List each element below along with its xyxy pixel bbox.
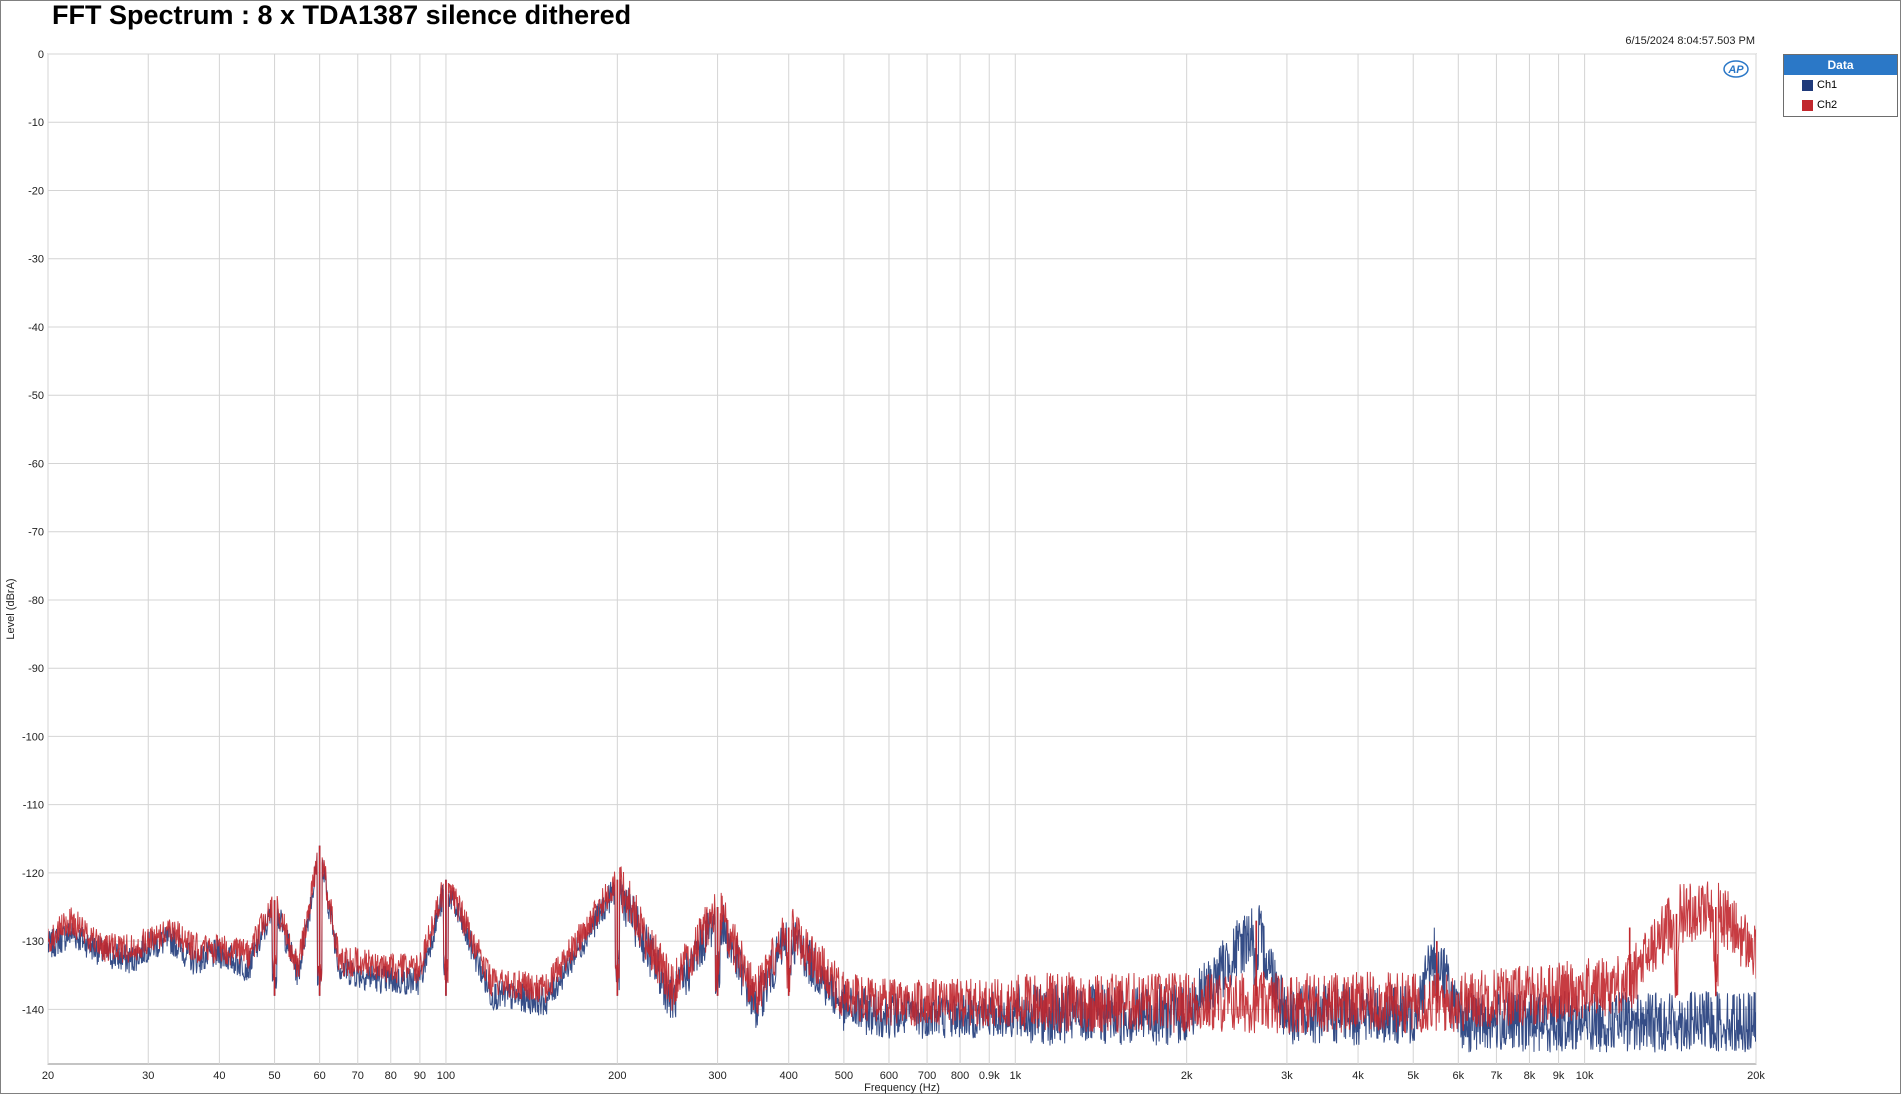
x-tick-label: 10k [1576,1070,1594,1082]
y-tick-label: -20 [28,185,44,197]
y-axis-label: Level (dBrA) [5,578,17,639]
y-tick-label: -60 [28,458,44,470]
y-tick-label: -120 [22,868,44,880]
legend: Data Ch1 Ch2 [1783,54,1898,117]
legend-header: Data [1784,55,1897,75]
plot-area [47,53,1757,1065]
x-tick-label: 800 [951,1070,969,1082]
x-tick-label: 30 [142,1070,154,1082]
x-tick-label: 4k [1352,1070,1364,1082]
x-tick-label: 90 [414,1070,426,1082]
x-tick-label: 70 [352,1070,364,1082]
legend-item-ch2[interactable]: Ch2 [1784,95,1897,115]
x-tick-label: 0.9k [979,1070,1000,1082]
x-tick-label: 100 [437,1070,455,1082]
x-axis-label: Frequency (Hz) [864,1082,940,1094]
fft-chart: 20 30 40 50 60 70 80 90 100 200 300 400 500 600 700 800… [5,49,1765,1094]
x-tick-label: 20 [42,1070,54,1082]
y-tick-label: -130 [22,936,44,948]
x-tick-label: 2k [1181,1070,1193,1082]
x-tick-label: 5k [1407,1070,1419,1082]
y-tick-label: 0 [38,49,44,61]
x-tick-label: 500 [835,1070,853,1082]
legend-label-ch2: Ch2 [1817,99,1838,111]
x-tick-label: 300 [708,1070,726,1082]
x-tick-label: 600 [880,1070,898,1082]
y-tick-label: -30 [28,254,44,266]
x-tick-label: 40 [213,1070,225,1082]
x-tick-label: 3k [1281,1070,1293,1082]
x-tick-label: 60 [314,1070,326,1082]
legend-label-ch1: Ch1 [1817,79,1838,91]
x-tick-label: 1k [1009,1070,1021,1082]
y-tick-label: -40 [28,322,44,334]
x-tick-label: 20k [1747,1070,1765,1082]
x-tick-label: 8k [1524,1070,1536,1082]
x-tick-label: 7k [1491,1070,1503,1082]
legend-item-ch1[interactable]: Ch1 [1784,75,1897,95]
x-tick-label: 50 [268,1070,280,1082]
y-tick-label: -10 [28,117,44,129]
legend-swatch-ch1 [1802,79,1813,91]
y-tick-label: -50 [28,390,44,402]
y-tick-label: -80 [28,595,44,607]
x-tick-label: 400 [780,1070,798,1082]
ap-logo-text: AP [1727,64,1744,76]
x-tick-label: 200 [608,1070,626,1082]
x-tick-label: 9k [1553,1070,1565,1082]
x-tick-label: 6k [1452,1070,1464,1082]
x-tick-label: 700 [918,1070,936,1082]
y-tick-label: -70 [28,527,44,539]
ap-logo-icon: AP [1722,58,1750,85]
x-tick-label: 80 [385,1070,397,1082]
y-tick-label: -100 [22,731,44,743]
y-tick-label: -90 [28,663,44,675]
y-tick-label: -140 [22,1004,44,1016]
y-tick-label: -110 [23,800,44,812]
legend-swatch-ch2 [1802,99,1813,111]
